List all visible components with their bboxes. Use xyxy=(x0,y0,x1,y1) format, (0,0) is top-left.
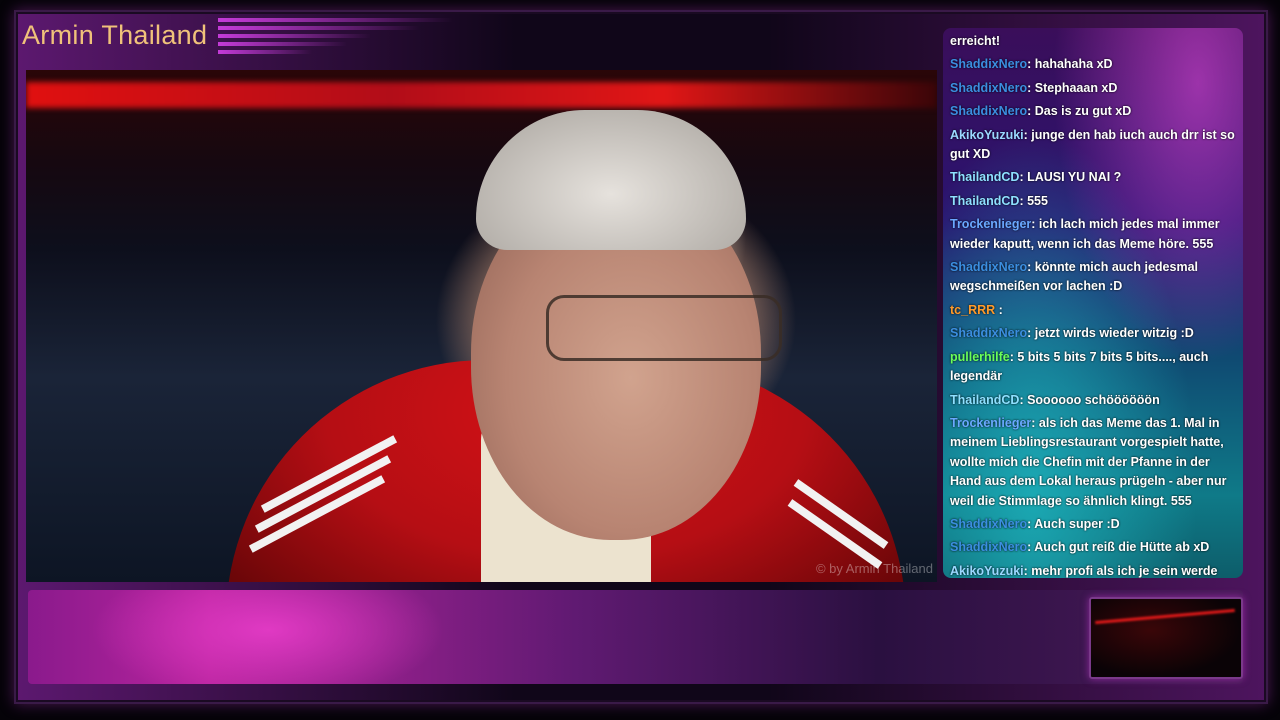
chat-username[interactable]: ShaddixNero xyxy=(950,540,1027,554)
chat-username[interactable]: ShaddixNero xyxy=(950,517,1027,531)
chat-username[interactable]: ThailandCD xyxy=(950,393,1019,407)
chat-text: : jetzt wirds wieder witzig :D xyxy=(1027,326,1194,341)
chat-message: ShaddixNero: hahahaha xD xyxy=(950,55,1236,74)
chat-message: AkikoYuzuki: junge den hab iuch auch drr… xyxy=(950,126,1236,165)
chat-message: ThailandCD: Soooooo schöööööön xyxy=(950,391,1236,410)
chat-username[interactable]: Trockenlieger xyxy=(950,217,1031,231)
mini-preview xyxy=(1089,597,1243,679)
chat-message: ShaddixNero: Auch super :D xyxy=(950,515,1236,534)
chat-message: ShaddixNero: Stephaaan xD xyxy=(950,79,1236,98)
chat-text: : Soooooo schöööööön xyxy=(1019,392,1160,407)
chat-panel[interactable]: erreicht! ShaddixNero: hahahaha xD Shaddix… xyxy=(943,28,1243,578)
person-hair xyxy=(476,110,746,250)
chat-message: ThailandCD: 555 xyxy=(950,192,1236,211)
chat-username[interactable]: AkikoYuzuki xyxy=(950,564,1024,578)
person-glasses xyxy=(546,295,782,361)
chat-username[interactable]: ShaddixNero xyxy=(950,104,1027,118)
chat-text: : Auch super :D xyxy=(1027,516,1120,531)
chat-text: : mehr profi als ich je sein werde xyxy=(1023,563,1218,578)
chat-username[interactable]: AkikoYuzuki xyxy=(950,128,1024,142)
chat-username[interactable]: ShaddixNero xyxy=(950,81,1027,95)
chat-text: : Das is zu gut xD xyxy=(1027,104,1132,119)
chat-text: : LAUSI YU NAI ? xyxy=(1019,170,1122,185)
chat-text: : xyxy=(995,302,1003,317)
chat-username[interactable]: ShaddixNero xyxy=(950,326,1027,340)
chat-text: : hahahaha xD xyxy=(1027,57,1113,72)
chat-message-list: erreicht! ShaddixNero: hahahaha xD Shaddix… xyxy=(950,32,1236,578)
chat-message: Trockenlieger: als ich das Meme das 1. M… xyxy=(950,414,1236,511)
chat-username[interactable]: ShaddixNero xyxy=(950,260,1027,274)
lower-banner xyxy=(28,590,1243,684)
chat-message: tc_RRR : xyxy=(950,301,1236,320)
chat-message: ShaddixNero: Auch gut reiß die Hütte ab … xyxy=(950,538,1236,557)
chat-username[interactable]: Trockenlieger xyxy=(950,416,1031,430)
video-watermark: © by Armin Thailand xyxy=(815,561,933,576)
webcam-video: © by Armin Thailand xyxy=(26,70,937,582)
chat-message: AkikoYuzuki: mehr profi als ich je sein … xyxy=(950,562,1236,578)
chat-username[interactable]: ThailandCD xyxy=(950,170,1019,184)
chat-username[interactable]: ThailandCD xyxy=(950,194,1019,208)
chat-message: ShaddixNero: jetzt wirds wieder witzig :… xyxy=(950,324,1236,343)
chat-username[interactable]: tc_RRR xyxy=(950,303,995,317)
chat-message: Trockenlieger: ich lach mich jedes mal i… xyxy=(950,215,1236,254)
chat-text: : Auch gut reiß die Hütte ab xD xyxy=(1027,540,1210,555)
chat-message: ShaddixNero: Das is zu gut xD xyxy=(950,102,1236,121)
chat-message: erreicht! xyxy=(950,32,1236,51)
chat-message: ShaddixNero: könnte mich auch jedesmal w… xyxy=(950,258,1236,297)
chat-text: : 555 xyxy=(1019,193,1048,208)
chat-username[interactable]: ShaddixNero xyxy=(950,57,1027,71)
chat-message: ThailandCD: LAUSI YU NAI ? xyxy=(950,168,1236,187)
chat-message: pullerhilfe: 5 bits 5 bits 7 bits 5 bits… xyxy=(950,348,1236,387)
chat-text: erreicht! xyxy=(950,34,1001,48)
chat-text: : Stephaaan xD xyxy=(1027,80,1118,95)
chat-username[interactable]: pullerhilfe xyxy=(950,350,1010,364)
title-decoration xyxy=(218,18,453,64)
channel-title: Armin Thailand xyxy=(22,20,208,50)
background-red-light xyxy=(26,82,937,108)
